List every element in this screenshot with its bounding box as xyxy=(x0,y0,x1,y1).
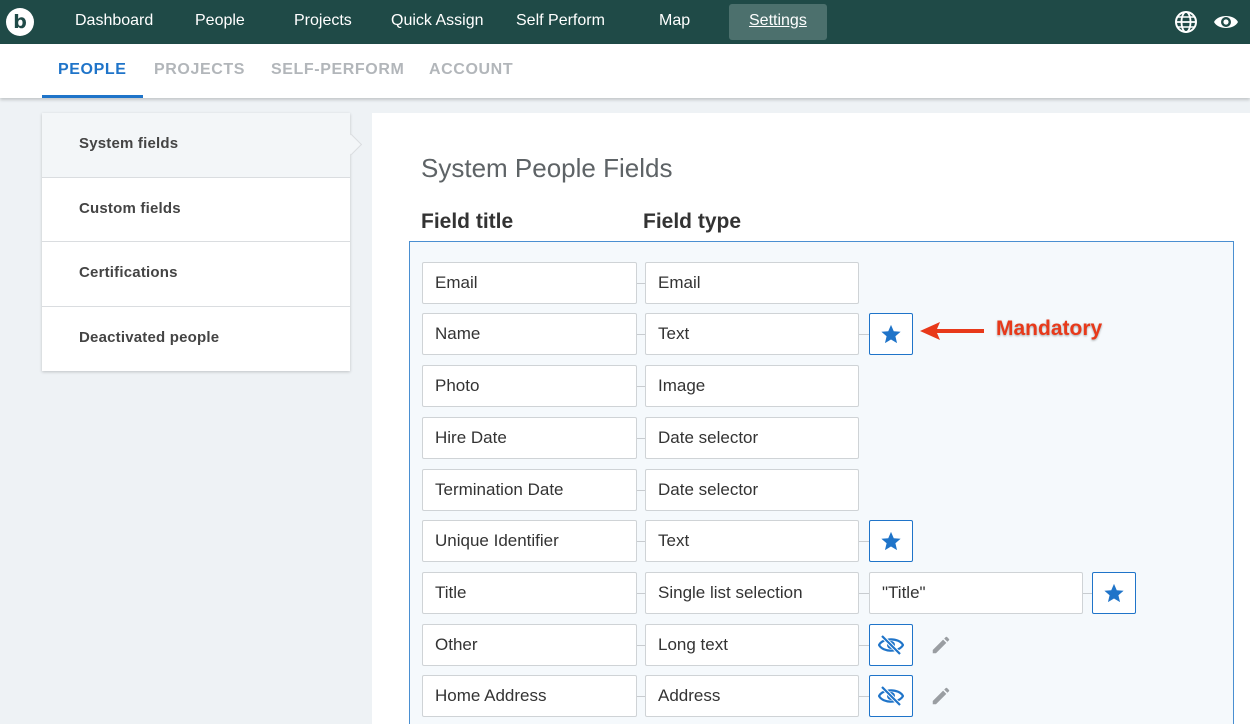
row-connector xyxy=(637,593,645,594)
field-type-input[interactable]: Long text xyxy=(645,624,859,666)
top-navigation-bar: b Dashboard People Projects Quick Assign… xyxy=(0,0,1250,44)
row-connector xyxy=(637,438,645,439)
row-connector xyxy=(637,490,645,491)
tab-self-perform[interactable]: SELF-PERFORM xyxy=(271,44,404,98)
row-connector xyxy=(859,593,869,594)
field-row: Home Address Address xyxy=(422,675,1222,717)
mandatory-toggle-button[interactable] xyxy=(869,313,913,355)
nav-people[interactable]: People xyxy=(195,0,245,44)
row-connector xyxy=(859,334,869,335)
nav-projects[interactable]: Projects xyxy=(294,0,352,44)
tab-projects[interactable]: PROJECTS xyxy=(154,44,245,98)
field-type-input[interactable]: Text xyxy=(645,313,859,355)
field-title-input[interactable]: Photo xyxy=(422,365,637,407)
field-type-input[interactable]: Text xyxy=(645,520,859,562)
field-title-input[interactable]: Home Address xyxy=(422,675,637,717)
visibility-toggle-button[interactable] xyxy=(869,624,913,666)
eye-slash-icon xyxy=(878,634,904,656)
row-connector xyxy=(1083,593,1092,594)
mandatory-toggle-button[interactable] xyxy=(1092,572,1136,614)
field-row: Unique Identifier Text xyxy=(422,520,1222,562)
nav-self-perform[interactable]: Self Perform xyxy=(516,0,605,44)
mandatory-annotation: Mandatory xyxy=(996,317,1103,340)
eye-icon[interactable] xyxy=(1213,10,1239,34)
column-header-field-type: Field type xyxy=(643,210,742,233)
nav-settings[interactable]: Settings xyxy=(729,4,827,40)
tab-people[interactable]: PEOPLE xyxy=(42,44,143,98)
field-row: Photo Image xyxy=(422,365,1222,407)
row-connector xyxy=(859,541,869,542)
fields-list: Email Email Name Text Photo Image Hire D… xyxy=(409,241,1234,724)
sidebar-item-certifications[interactable]: Certifications xyxy=(42,242,350,307)
field-type-input[interactable]: Email xyxy=(645,262,859,304)
star-icon xyxy=(1104,583,1124,603)
row-connector xyxy=(637,696,645,697)
row-connector xyxy=(637,334,645,335)
row-connector xyxy=(637,541,645,542)
globe-icon[interactable] xyxy=(1174,10,1198,34)
field-row: Title Single list selection "Title" xyxy=(422,572,1222,614)
field-title-input[interactable]: Termination Date xyxy=(422,469,637,511)
field-title-input[interactable]: Title xyxy=(422,572,637,614)
field-row: Other Long text xyxy=(422,624,1222,666)
row-connector xyxy=(637,386,645,387)
field-row: Email Email xyxy=(422,262,1222,304)
field-title-input[interactable]: Hire Date xyxy=(422,417,637,459)
field-type-input[interactable]: Address xyxy=(645,675,859,717)
mandatory-toggle-button[interactable] xyxy=(869,520,913,562)
annotation-arrow xyxy=(920,322,984,340)
sidebar-item-deactivated-people[interactable]: Deactivated people xyxy=(42,307,350,372)
row-connector xyxy=(859,696,869,697)
eye-slash-icon xyxy=(878,685,904,707)
sidebar-item-system-fields[interactable]: System fields xyxy=(42,113,350,178)
page-title: System People Fields xyxy=(421,153,673,183)
list-source-input[interactable]: "Title" xyxy=(869,572,1083,614)
app-logo[interactable]: b xyxy=(6,8,34,36)
field-type-input[interactable]: Single list selection xyxy=(645,572,859,614)
row-connector xyxy=(637,645,645,646)
field-title-input[interactable]: Unique Identifier xyxy=(422,520,637,562)
field-type-input[interactable]: Date selector xyxy=(645,417,859,459)
pencil-icon[interactable] xyxy=(930,634,952,656)
field-title-input[interactable]: Other xyxy=(422,624,637,666)
pencil-icon[interactable] xyxy=(930,685,952,707)
settings-sidebar: System fields Custom fields Certificatio… xyxy=(42,113,350,371)
nav-map[interactable]: Map xyxy=(659,0,690,44)
field-type-input[interactable]: Date selector xyxy=(645,469,859,511)
tab-account[interactable]: ACCOUNT xyxy=(429,44,513,98)
sidebar-item-custom-fields[interactable]: Custom fields xyxy=(42,178,350,242)
row-connector xyxy=(859,645,869,646)
row-connector xyxy=(637,283,645,284)
settings-tab-bar: PEOPLE PROJECTS SELF-PERFORM ACCOUNT xyxy=(0,44,1250,98)
main-panel: System People Fields Field title Field t… xyxy=(372,113,1250,724)
field-type-input[interactable]: Image xyxy=(645,365,859,407)
column-header-field-title: Field title xyxy=(421,210,514,233)
star-icon xyxy=(881,531,901,551)
star-icon xyxy=(881,324,901,344)
nav-dashboard[interactable]: Dashboard xyxy=(75,0,153,44)
nav-quick-assign[interactable]: Quick Assign xyxy=(391,0,483,44)
field-title-input[interactable]: Email xyxy=(422,262,637,304)
field-title-input[interactable]: Name xyxy=(422,313,637,355)
field-row: Termination Date Date selector xyxy=(422,469,1222,511)
visibility-toggle-button[interactable] xyxy=(869,675,913,717)
field-row: Hire Date Date selector xyxy=(422,417,1222,459)
